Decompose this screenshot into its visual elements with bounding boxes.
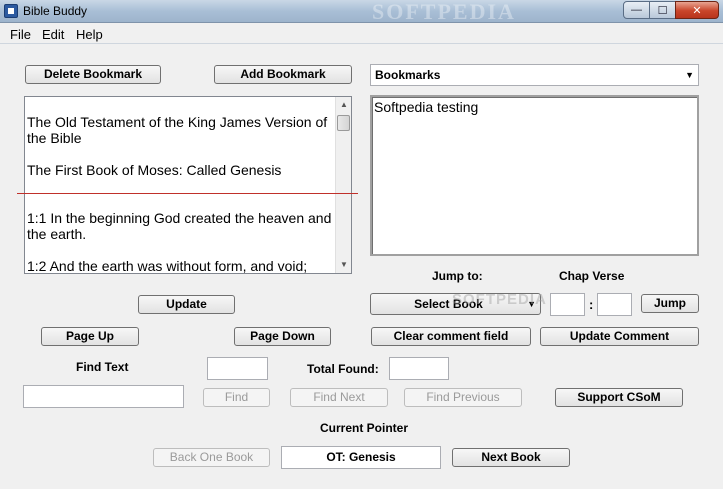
jump-to-label: Jump to: — [432, 269, 483, 283]
bookmarks-select[interactable]: Bookmarks ▼ — [370, 64, 699, 86]
find-previous-button[interactable]: Find Previous — [404, 388, 522, 407]
bible-text-scrollbar[interactable]: ▲ ▼ — [335, 97, 351, 273]
page-up-button[interactable]: Page Up — [41, 327, 139, 346]
bible-text-line: 1:2 And the earth was without form, and … — [27, 258, 308, 274]
app-icon — [4, 4, 18, 18]
comment-textarea[interactable]: Softpedia testing — [370, 95, 699, 256]
close-button[interactable]: ✕ — [675, 1, 719, 19]
select-book-dropdown[interactable]: Select Book ▼ — [370, 293, 541, 315]
find-next-button[interactable]: Find Next — [290, 388, 388, 407]
menu-file[interactable]: File — [10, 27, 31, 42]
bookmarks-select-value: Bookmarks — [375, 68, 441, 82]
minimize-button[interactable]: — — [623, 1, 650, 19]
bible-text-line: The First Book of Moses: Called Genesis — [27, 162, 282, 178]
minimize-icon: — — [631, 4, 642, 16]
page-down-button[interactable]: Page Down — [234, 327, 331, 346]
add-bookmark-button[interactable]: Add Bookmark — [214, 65, 352, 84]
bible-text-line: The Old Testament of the King James Vers… — [27, 114, 328, 146]
update-comment-button[interactable]: Update Comment — [540, 327, 699, 346]
scroll-up-icon[interactable]: ▲ — [336, 97, 351, 113]
total-found-label: Total Found: — [307, 362, 379, 376]
window-title: Bible Buddy — [23, 4, 88, 18]
menu-edit[interactable]: Edit — [42, 27, 64, 42]
total-found-field — [389, 357, 449, 380]
clear-comment-button[interactable]: Clear comment field — [371, 327, 531, 346]
chevron-down-icon: ▼ — [527, 299, 536, 309]
verse-input[interactable] — [597, 293, 632, 316]
verse-separator-line — [17, 193, 358, 194]
maximize-icon: ☐ — [657, 4, 668, 17]
menu-help[interactable]: Help — [76, 27, 103, 42]
select-book-label: Select Book — [414, 297, 483, 311]
jump-button[interactable]: Jump — [641, 294, 699, 313]
bible-text-content: The Old Testament of the King James Vers… — [27, 114, 337, 274]
find-count-field — [207, 357, 268, 380]
bible-text-line: 1:1 In the beginning God created the hea… — [27, 210, 332, 242]
scroll-down-icon[interactable]: ▼ — [336, 257, 351, 273]
title-bar: Bible Buddy SOFTPEDIA — ☐ ✕ — [0, 0, 723, 24]
chevron-down-icon: ▼ — [685, 70, 694, 80]
maximize-button[interactable]: ☐ — [649, 1, 676, 19]
current-pointer-field: OT: Genesis — [281, 446, 441, 469]
current-pointer-label: Current Pointer — [320, 421, 409, 435]
support-csom-button[interactable]: Support CSoM — [555, 388, 683, 407]
close-icon: ✕ — [692, 4, 702, 17]
scroll-thumb[interactable] — [337, 115, 350, 131]
back-one-book-button[interactable]: Back One Book — [153, 448, 270, 467]
update-button[interactable]: Update — [138, 295, 235, 314]
bible-text-pane[interactable]: The Old Testament of the King James Vers… — [24, 96, 352, 274]
next-book-button[interactable]: Next Book — [452, 448, 570, 467]
title-watermark: SOFTPEDIA — [372, 0, 516, 24]
chap-verse-label: Chap Verse — [559, 269, 625, 283]
delete-bookmark-button[interactable]: Delete Bookmark — [25, 65, 161, 84]
menu-bar: File Edit Help — [0, 23, 723, 44]
find-button[interactable]: Find — [203, 388, 270, 407]
find-text-input[interactable] — [23, 385, 184, 408]
chapter-input[interactable] — [550, 293, 585, 316]
chap-verse-separator: : — [589, 297, 594, 312]
find-text-label: Find Text — [76, 360, 129, 374]
